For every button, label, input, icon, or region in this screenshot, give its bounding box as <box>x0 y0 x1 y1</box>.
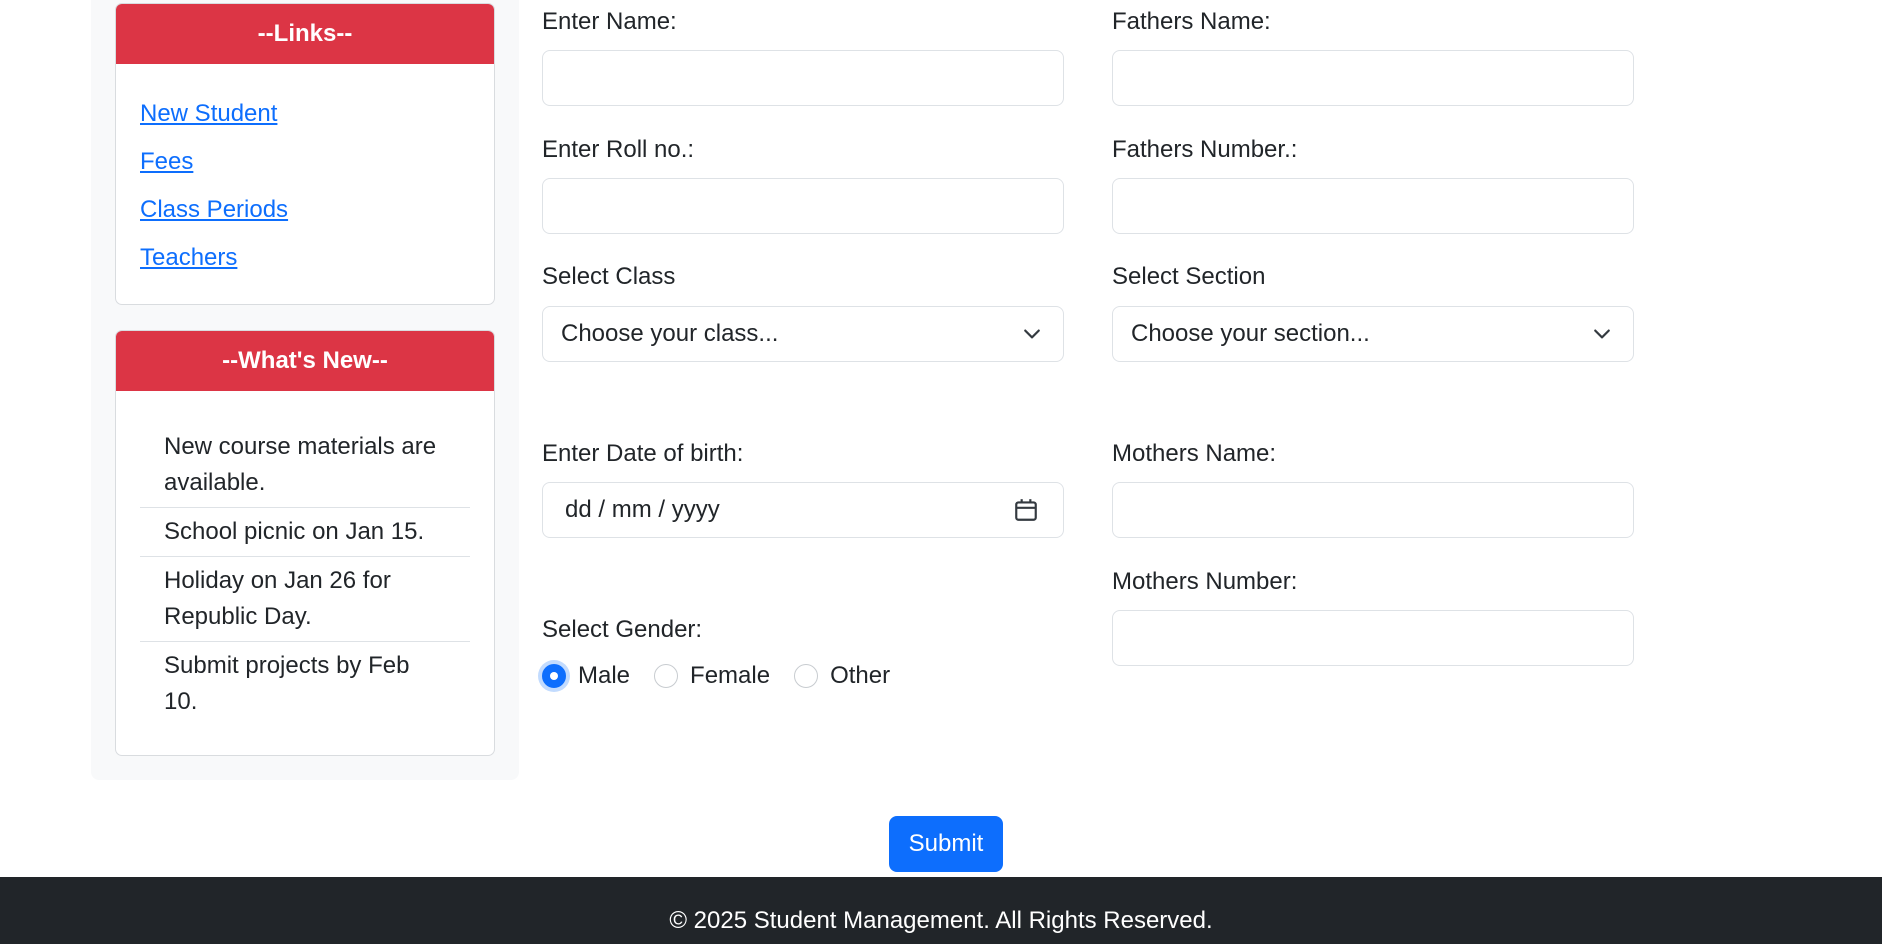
radio-dot[interactable] <box>654 664 679 688</box>
link-new-student[interactable]: New Student <box>140 90 470 138</box>
news-item: School picnic on Jan 15. <box>140 508 470 557</box>
gender-female-radio[interactable]: Female <box>654 662 770 690</box>
fathers-name-label: Fathers Name: <box>1112 8 1271 35</box>
gender-radio-group: Male Female Other <box>542 662 914 690</box>
name-label: Enter Name: <box>542 8 677 35</box>
fathers-number-label: Fathers Number.: <box>1112 136 1298 163</box>
fathers-name-input[interactable] <box>1112 50 1634 106</box>
dob-placeholder: dd / mm / yyyy <box>565 496 720 523</box>
chevron-down-icon <box>1594 329 1610 339</box>
submit-button[interactable]: Submit <box>889 816 1003 872</box>
fathers-number-input[interactable] <box>1112 178 1634 234</box>
mothers-name-input[interactable] <box>1112 482 1634 538</box>
footer-copyright: © 2025 Student Management. All Rights Re… <box>669 907 1213 934</box>
chevron-down-icon <box>1024 329 1040 339</box>
radio-dot[interactable] <box>794 664 819 688</box>
gender-other-radio[interactable]: Other <box>794 662 890 690</box>
link-teachers[interactable]: Teachers <box>140 234 470 282</box>
class-label: Select Class <box>542 263 676 290</box>
link-class-periods[interactable]: Class Periods <box>140 186 470 234</box>
mothers-number-input[interactable] <box>1112 610 1634 666</box>
sidebar: --Links-- New Student Fees Class Periods… <box>91 0 519 780</box>
roll-label: Enter Roll no.: <box>542 136 695 163</box>
dob-label: Enter Date of birth: <box>542 440 744 467</box>
links-list: New Student Fees Class Periods Teachers <box>116 64 494 282</box>
link-fees[interactable]: Fees <box>140 138 470 186</box>
gender-male-label: Male <box>578 662 631 689</box>
links-card: --Links-- New Student Fees Class Periods… <box>115 3 495 305</box>
links-card-header: --Links-- <box>116 4 494 64</box>
news-item: Submit projects by Feb 10. <box>164 652 410 715</box>
section-select[interactable]: Choose your section... <box>1112 306 1634 362</box>
radio-dot[interactable] <box>542 664 566 688</box>
gender-other-label: Other <box>830 662 891 689</box>
dob-input[interactable]: dd / mm / yyyy <box>542 482 1064 538</box>
gender-label: Select Gender: <box>542 616 703 643</box>
class-select[interactable]: Choose your class... <box>542 306 1064 362</box>
section-select-value: Choose your section... <box>1131 320 1370 347</box>
roll-input[interactable] <box>542 178 1064 234</box>
news-item: Holiday on Jan 26 for Republic Day. <box>140 557 470 642</box>
footer: © 2025 Student Management. All Rights Re… <box>0 877 1882 944</box>
mothers-name-label: Mothers Name: <box>1112 440 1277 467</box>
calendar-icon[interactable] <box>1013 497 1039 523</box>
section-label: Select Section <box>1112 263 1266 290</box>
name-input[interactable] <box>542 50 1064 106</box>
gender-male-radio[interactable]: Male <box>542 662 630 690</box>
news-item: New course materials are available. <box>140 423 470 508</box>
mothers-number-label: Mothers Number: <box>1112 568 1298 595</box>
whats-new-header: --What's New-- <box>116 331 494 391</box>
class-select-value: Choose your class... <box>561 320 779 347</box>
gender-female-label: Female <box>690 662 771 689</box>
whats-new-card: --What's New-- New course materials are … <box>115 330 495 756</box>
news-list: New course materials are available. Scho… <box>116 391 494 726</box>
